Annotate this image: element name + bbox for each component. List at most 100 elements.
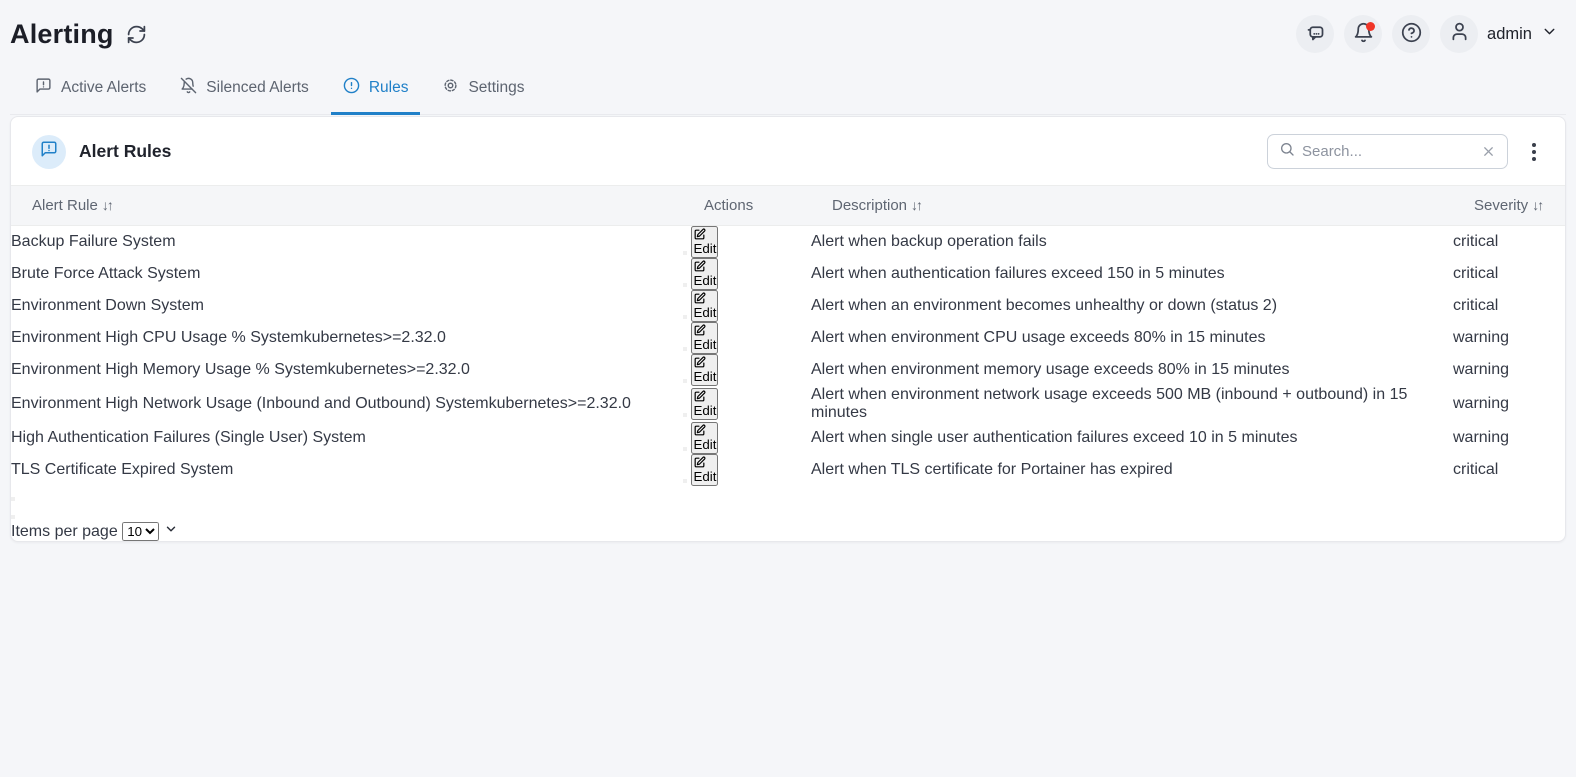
edit-button[interactable]: Edit [691, 422, 719, 454]
edit-label: Edit [693, 337, 717, 352]
enable-toggle[interactable] [683, 379, 687, 383]
severity-value: critical [1453, 233, 1499, 250]
items-per-page-label: Items per page [11, 523, 118, 540]
search-icon [1279, 141, 1295, 162]
rule-tags: System [122, 233, 175, 250]
tab-silenced-alerts[interactable]: Silenced Alerts [168, 67, 321, 115]
rule-tags: Systemkubernetes>=2.32.0 [435, 395, 631, 412]
message-square-warning-icon [40, 140, 58, 163]
edit-button: Edit [691, 454, 719, 486]
tab-settings[interactable]: Settings [430, 67, 536, 115]
edit-button[interactable]: Edit [691, 354, 719, 386]
tag-system: System [274, 361, 328, 378]
tag--2-32-0: >=2.32.0 [406, 361, 470, 378]
severity-value: critical [1453, 461, 1499, 478]
items-per-page-select-wrap: 10 [122, 522, 177, 541]
tag-system: System [150, 297, 204, 314]
notification-dot [1366, 22, 1376, 31]
page-header: Alerting admin [10, 0, 1566, 57]
column-header-description[interactable]: Description ↓↑ [811, 185, 1453, 226]
edit-pencil-icon [693, 356, 716, 369]
tab-active-alerts[interactable]: Active Alerts [23, 67, 158, 115]
rule-tags: System [180, 461, 233, 478]
table-row: Environment Down System Edit Alert when … [11, 290, 1565, 322]
rule-tags: Systemkubernetes>=2.32.0 [250, 329, 446, 346]
bot-icon [1305, 22, 1326, 46]
table-options-kebab-icon[interactable] [1524, 141, 1544, 163]
edit-label: Edit [693, 273, 717, 288]
rule-name: High Authentication Failures (Single Use… [11, 429, 309, 446]
help-icon [1401, 22, 1422, 46]
bell-off-icon [180, 77, 197, 99]
rule-description: Alert when single user authentication fa… [811, 429, 1298, 446]
tab-rules[interactable]: Rules [330, 67, 421, 115]
column-header-severity[interactable]: Severity ↓↑ [1453, 185, 1565, 226]
rule-name: Environment High Network Usage (Inbound … [11, 395, 431, 412]
sort-icons: ↓↑ [1532, 197, 1544, 213]
refresh-icon[interactable] [126, 24, 147, 45]
user-menu[interactable]: admin [1440, 15, 1558, 53]
table-body: Backup Failure System Edit Alert when ba… [11, 226, 1565, 486]
edit-button[interactable]: Edit [691, 322, 719, 354]
edit-pencil-icon [693, 390, 716, 403]
table-row: High Authentication Failures (Single Use… [11, 422, 1565, 454]
edit-label: Edit [693, 369, 717, 384]
tab-label: Active Alerts [61, 79, 147, 96]
clear-search-icon[interactable] [1481, 144, 1496, 159]
edit-pencil-icon [693, 324, 716, 337]
search-input[interactable] [1302, 143, 1474, 160]
enable-toggle[interactable] [683, 347, 687, 351]
scroll-right-arrow-icon[interactable] [11, 515, 15, 519]
items-per-page-select[interactable]: 10 [122, 522, 160, 541]
enable-toggle[interactable] [683, 413, 687, 417]
tag-system: System [250, 329, 304, 346]
column-header-alert-rule[interactable]: Alert Rule ↓↑ [11, 185, 683, 226]
tag-system: System [147, 265, 201, 282]
edit-pencil-icon [693, 228, 716, 241]
panel-header: Alert Rules [11, 117, 1565, 185]
alert-rules-panel: Alert Rules Search... Alert Rule ↓↑ Acti… [10, 116, 1566, 542]
notifications-button[interactable] [1344, 15, 1383, 53]
help-button[interactable] [1392, 15, 1431, 53]
chevron-down-icon [1541, 23, 1558, 45]
severity-value: warning [1453, 395, 1510, 412]
edit-label: Edit [693, 241, 717, 256]
edit-button[interactable]: Edit [691, 258, 719, 290]
enable-toggle[interactable] [683, 447, 687, 451]
sort-icons: ↓↑ [101, 197, 114, 213]
tag--2-32-0: >=2.32.0 [382, 329, 446, 346]
search-box [1267, 134, 1508, 169]
rule-name: Environment Down [11, 297, 147, 314]
tab-label: Settings [468, 79, 525, 96]
rule-tags: Systemkubernetes>=2.32.0 [274, 361, 470, 378]
table-row: Backup Failure System Edit Alert when ba… [11, 226, 1565, 258]
enable-toggle[interactable] [683, 283, 687, 287]
rule-description: Alert when an environment becomes unheal… [811, 297, 1278, 314]
rule-description: Alert when backup operation fails [811, 233, 1047, 250]
edit-button: Edit [691, 290, 719, 322]
scroll-left-arrow-icon[interactable] [11, 497, 15, 501]
user-icon [1449, 21, 1470, 47]
tab-bar: Active Alerts Silenced Alerts Rules Sett… [10, 67, 1566, 115]
topbar-actions: admin [1296, 15, 1558, 53]
table-scroll-area: Alert Rule ↓↑ Actions Description ↓↑ Sever… [11, 185, 1565, 486]
rule-name: Environment High CPU Usage % [11, 329, 246, 346]
enable-toggle[interactable] [683, 479, 687, 483]
enable-toggle[interactable] [683, 251, 687, 255]
severity-value: warning [1453, 361, 1510, 378]
page-title: Alerting [10, 18, 114, 49]
rule-description: Alert when environment CPU usage exceeds… [811, 329, 1266, 346]
edit-label: Edit [693, 403, 717, 418]
edit-pencil-icon [693, 456, 716, 469]
edit-button[interactable]: Edit [691, 388, 719, 420]
assistant-bot-button[interactable] [1296, 15, 1335, 53]
page: Alerting admin Active Alerts Silenced Al… [0, 0, 1576, 542]
edit-label: Edit [693, 305, 717, 320]
enable-toggle[interactable] [683, 315, 687, 319]
tab-label: Silenced Alerts [206, 79, 309, 96]
table-row: Environment High Network Usage (Inbound … [11, 386, 1565, 422]
edit-label: Edit [693, 437, 717, 452]
alert-rules-table: Alert Rule ↓↑ Actions Description ↓↑ Sever… [11, 185, 1565, 486]
tag-system: System [435, 395, 489, 412]
tag-kubernetes: kubernetes [488, 395, 568, 412]
